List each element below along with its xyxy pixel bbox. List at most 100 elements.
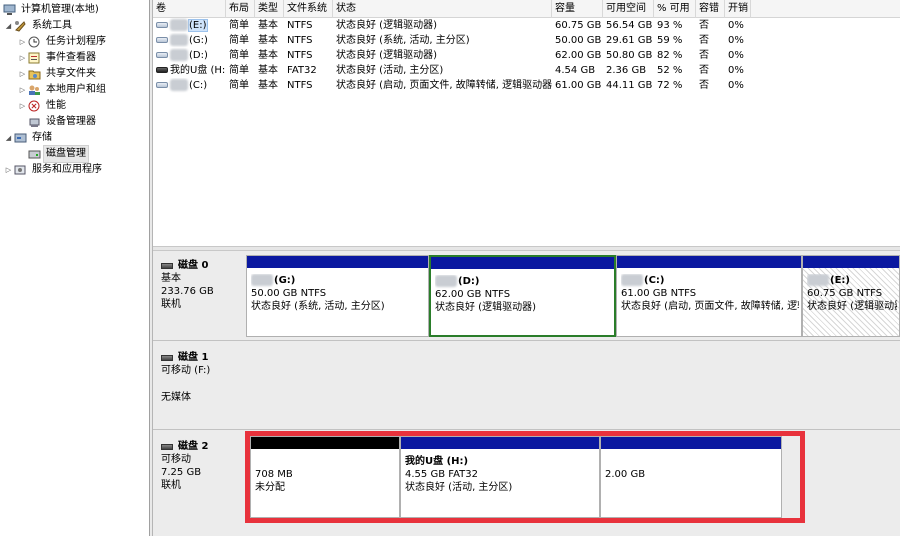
volume-filesystem: NTFS xyxy=(287,20,313,31)
volume-overhead: 0% xyxy=(728,80,744,91)
expand-toggle[interactable]: ◢ xyxy=(4,18,13,34)
volume-list-header: 卷 布局 类型 文件系统 状态 容量 可用空间 % 可用 容错 开销 xyxy=(153,0,900,18)
partition-h[interactable]: 我的U盘 (H:) 4.55 GB FAT32 状态良好 (活动, 主分区) xyxy=(400,436,600,518)
volume-layout: 简单 xyxy=(229,65,249,76)
volume-row[interactable]: (G:) 简单 基本 NTFS 状态良好 (系统, 活动, 主分区) 50.00… xyxy=(153,33,900,48)
partition-c[interactable]: (C:) 61.00 GB NTFS 状态良好 (启动, 页面文件, 故障转储,… xyxy=(616,255,802,337)
expand-toggle[interactable]: ▷ xyxy=(18,82,27,98)
local-users-icon xyxy=(28,84,41,96)
partition-d[interactable]: (D:) 62.00 GB NTFS 状态良好 (逻辑驱动器) xyxy=(429,255,616,337)
partition-title: 我的U盘 (H:) xyxy=(405,456,469,467)
tree-item-shared-folders[interactable]: ▷ 共享文件夹 xyxy=(18,66,98,82)
tree-item-label: 存储 xyxy=(32,132,52,143)
tree-item-device-manager[interactable]: 设备管理器 xyxy=(27,114,98,130)
disk-divider xyxy=(153,340,900,341)
column-header-layout[interactable]: 布局 xyxy=(226,0,255,18)
volume-fault-tolerance: 否 xyxy=(699,65,709,76)
column-header-type[interactable]: 类型 xyxy=(255,0,284,18)
disk-title: 磁盘 1 xyxy=(161,351,245,364)
volume-layout: 简单 xyxy=(229,20,249,31)
disk-title: 磁盘 2 xyxy=(161,440,245,453)
volume-fault-tolerance: 否 xyxy=(699,20,709,31)
volume-free-space: 2.36 GB xyxy=(606,65,647,76)
disk-0-info: 磁盘 0 基本 233.76 GB 联机 xyxy=(153,251,245,311)
expand-toggle[interactable]: ◢ xyxy=(4,130,13,146)
partition-g[interactable]: (G:) 50.00 GB NTFS 状态良好 (系统, 活动, 主分区) xyxy=(246,255,429,337)
tree-item-services-apps[interactable]: ▷ 服务和应用程序 xyxy=(4,162,104,178)
column-header-volume[interactable]: 卷 xyxy=(153,0,226,18)
disk-row-1[interactable]: 磁盘 1 可移动 (F:) 无媒体 xyxy=(153,343,900,429)
storage-icon xyxy=(14,132,27,144)
partition-body: (G:) 50.00 GB NTFS 状态良好 (系统, 活动, 主分区) xyxy=(251,274,426,313)
redacted-label xyxy=(807,274,829,286)
partition-title: (C:) xyxy=(644,275,665,286)
disk-type: 可移动 xyxy=(161,454,191,465)
column-header-free-space[interactable]: 可用空间 xyxy=(603,0,654,18)
volume-row[interactable]: 我的U盘 (H:) 简单 基本 FAT32 状态良好 (活动, 主分区) 4.5… xyxy=(153,63,900,78)
tree-item-system-tools[interactable]: ◢ 系统工具 xyxy=(4,18,74,34)
expand-toggle[interactable]: ▷ xyxy=(18,98,27,114)
partition-bar xyxy=(803,256,899,268)
tree-item-disk-management[interactable]: 磁盘管理 xyxy=(27,145,89,163)
partition-body: (C:) 61.00 GB NTFS 状态良好 (启动, 页面文件, 故障转储,… xyxy=(621,274,799,313)
volume-filesystem: NTFS xyxy=(287,80,313,91)
task-scheduler-icon xyxy=(28,36,41,48)
performance-icon xyxy=(28,100,41,112)
tree-item-event-viewer[interactable]: ▷ 事件查看器 xyxy=(18,50,98,66)
volume-percent-free: 82 % xyxy=(657,50,683,61)
volume-name: (D:) xyxy=(189,50,208,61)
volume-layout: 简单 xyxy=(229,35,249,46)
partition-2gb[interactable]: 2.00 GB xyxy=(600,436,782,518)
column-header-fault-tolerance[interactable]: 容错 xyxy=(696,0,725,18)
expand-toggle[interactable]: ▷ xyxy=(18,34,27,50)
disk-title: 磁盘 0 xyxy=(161,259,245,272)
disk-state: 联机 xyxy=(161,480,181,491)
volume-layout: 简单 xyxy=(229,50,249,61)
volume-filesystem: NTFS xyxy=(287,50,313,61)
partition-e[interactable]: (E:) 60.75 GB NTFS 状态良好 (逻辑驱动器 xyxy=(802,255,900,337)
partition-size: 4.55 GB FAT32 xyxy=(405,469,478,480)
tree-item-performance[interactable]: ▷ 性能 xyxy=(18,98,68,114)
column-header-overhead[interactable]: 开销 xyxy=(725,0,751,18)
expand-toggle[interactable]: ▷ xyxy=(18,50,27,66)
tree-item-label: 共享文件夹 xyxy=(46,68,96,79)
volume-icon xyxy=(156,82,168,88)
column-header-capacity[interactable]: 容量 xyxy=(552,0,603,18)
disk-row-0[interactable]: 磁盘 0 基本 233.76 GB 联机 (G:) 50.00 GB NTFS … xyxy=(153,251,900,340)
partition-unallocated[interactable]: 708 MB 未分配 xyxy=(250,436,400,518)
column-header-filesystem[interactable]: 文件系统 xyxy=(284,0,333,18)
volume-type: 基本 xyxy=(258,20,278,31)
redacted-label xyxy=(251,274,273,286)
disk-name: 磁盘 0 xyxy=(178,260,209,271)
volume-name: (E:) xyxy=(188,19,208,32)
volume-capacity: 61.00 GB xyxy=(555,80,602,91)
device-manager-icon xyxy=(28,116,41,128)
column-header-status[interactable]: 状态 xyxy=(333,0,552,18)
tree-item-storage[interactable]: ◢ 存储 xyxy=(4,130,54,146)
partition-body: (E:) 60.75 GB NTFS 状态良好 (逻辑驱动器 xyxy=(807,274,897,313)
partition-bar xyxy=(251,437,399,449)
volume-row[interactable]: (E:) 简单 基本 NTFS 状态良好 (逻辑驱动器) 60.75 GB 56… xyxy=(153,18,900,33)
tree-item-local-users[interactable]: ▷ 本地用户和组 xyxy=(18,82,108,98)
volume-percent-free: 72 % xyxy=(657,80,683,91)
column-header-percent-free[interactable]: % 可用 xyxy=(654,0,696,18)
volume-status: 状态良好 (逻辑驱动器) xyxy=(336,20,437,31)
tree-item-label: 计算机管理(本地) xyxy=(21,4,99,15)
expand-toggle[interactable]: ▷ xyxy=(18,66,27,82)
volume-capacity: 50.00 GB xyxy=(555,35,602,46)
volume-overhead: 0% xyxy=(728,35,744,46)
disk-row-2[interactable]: 磁盘 2 可移动 7.25 GB 联机 708 MB 未分配 我的U盘 (H:)… xyxy=(153,432,900,536)
volume-row[interactable]: (D:) 简单 基本 NTFS 状态良好 (逻辑驱动器) 62.00 GB 50… xyxy=(153,48,900,63)
partition-size: 60.75 GB NTFS xyxy=(807,288,883,299)
tree-item-task-scheduler[interactable]: ▷ 任务计划程序 xyxy=(18,34,108,50)
volume-free-space: 29.61 GB xyxy=(606,35,653,46)
disk-2-info: 磁盘 2 可移动 7.25 GB 联机 xyxy=(153,432,245,492)
volume-row[interactable]: (C:) 简单 基本 NTFS 状态良好 (启动, 页面文件, 故障转储, 逻辑… xyxy=(153,78,900,93)
volume-free-space: 56.54 GB xyxy=(606,20,653,31)
removable-disk-icon xyxy=(161,443,173,450)
tree-item-computer-management[interactable]: 计算机管理(本地) xyxy=(2,2,101,18)
expand-toggle[interactable]: ▷ xyxy=(4,162,13,178)
console-tree: 计算机管理(本地) ◢ 系统工具 ▷ 任务计划程序 ▷ 事件查看器 ▷ 共享文件… xyxy=(0,0,150,536)
partition-size: 708 MB xyxy=(255,469,293,480)
partition-bar xyxy=(617,256,801,268)
